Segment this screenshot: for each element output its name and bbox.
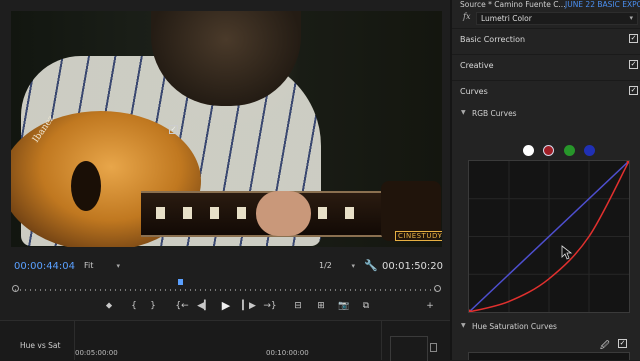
timeline-ruler-label: 00:05:00:00 bbox=[75, 349, 118, 357]
creative-checkbox[interactable]: ✓ bbox=[629, 60, 638, 69]
rgb-curves-checkbox[interactable]: ✓ bbox=[169, 125, 178, 134]
channel-blue-button[interactable] bbox=[584, 145, 595, 156]
resolution-dropdown[interactable]: 1/2 ▾ bbox=[319, 260, 355, 272]
panel-tab-bar: Source * Camino Fuente C... JUNE 22 BASI… bbox=[452, 0, 640, 10]
zoom-value: Fit bbox=[84, 261, 94, 270]
zoom-dropdown[interactable]: Fit ▾ bbox=[84, 260, 120, 272]
section-label: Basic Correction bbox=[460, 35, 526, 44]
section-label: Curves bbox=[460, 87, 488, 96]
timeline-ruler-label: 00:10:00:00 bbox=[266, 349, 309, 357]
video-watermark: CINESTUDY bbox=[395, 231, 442, 241]
effect-row: fx Lumetri Color ▾ bbox=[452, 11, 640, 25]
tab-source-clip[interactable]: Source * Camino Fuente C... bbox=[460, 0, 566, 9]
hue-vs-sat-checkbox[interactable]: ✓ bbox=[618, 339, 627, 348]
chevron-down-icon: ▼ bbox=[461, 322, 466, 329]
curve-plot[interactable] bbox=[466, 158, 632, 315]
curves-checkbox[interactable]: ✓ bbox=[629, 86, 638, 95]
wrench-icon[interactable]: 🔧 bbox=[364, 259, 378, 272]
channel-red-button[interactable] bbox=[543, 145, 554, 156]
go-to-in-button[interactable]: {← bbox=[174, 299, 190, 313]
mouse-cursor-icon bbox=[561, 245, 573, 260]
hue-saturation-curves-label: Hue Saturation Curves bbox=[472, 322, 557, 331]
video-hand bbox=[256, 191, 311, 236]
resolution-value: 1/2 bbox=[319, 261, 332, 270]
play-button[interactable]: ▶ bbox=[218, 299, 234, 313]
compare-view-button[interactable]: ⧉ bbox=[358, 299, 374, 313]
add-marker-button[interactable]: ⬥ bbox=[101, 299, 117, 313]
chevron-down-icon: ▾ bbox=[351, 262, 355, 270]
chevron-down-icon: ▾ bbox=[116, 262, 120, 270]
section-label: Creative bbox=[460, 61, 494, 70]
program-monitor: Ibanez CINESTUDY bbox=[0, 0, 450, 320]
effect-name: Lumetri Color bbox=[481, 14, 532, 23]
chevron-down-icon: ▾ bbox=[629, 14, 633, 22]
rgb-curve-graph[interactable] bbox=[466, 158, 632, 315]
channel-green-button[interactable] bbox=[564, 145, 575, 156]
section-basic-correction[interactable]: Basic Correction ✓ bbox=[452, 28, 640, 51]
scrubber-end-handle[interactable] bbox=[434, 285, 441, 292]
mark-out-button[interactable]: } bbox=[145, 299, 161, 313]
scrubber-track[interactable] bbox=[15, 289, 438, 291]
mark-in-button[interactable]: { bbox=[126, 299, 142, 313]
video-preview[interactable]: Ibanez CINESTUDY bbox=[11, 11, 442, 247]
hue-saturation-curves-header[interactable]: ▼ Hue Saturation Curves bbox=[452, 320, 640, 334]
fx-icon[interactable]: fx bbox=[463, 12, 470, 21]
section-curves[interactable]: Curves ✓ bbox=[452, 80, 640, 103]
current-timecode[interactable]: 00:00:44:04 bbox=[14, 261, 75, 272]
insert-button[interactable]: ⊟ bbox=[290, 299, 306, 313]
panel-divider[interactable] bbox=[381, 321, 382, 360]
chevron-down-icon: ▼ bbox=[461, 109, 466, 116]
step-forward-button[interactable]: ▎▶ bbox=[241, 299, 257, 313]
hue-vs-sat-graph[interactable] bbox=[468, 352, 630, 360]
basic-correction-checkbox[interactable]: ✓ bbox=[629, 34, 638, 43]
go-to-out-button[interactable]: →} bbox=[262, 299, 278, 313]
rgb-curves-header[interactable]: ▼ RGB Curves bbox=[452, 106, 640, 122]
scrubber-start-handle[interactable] bbox=[12, 285, 19, 292]
tab-sequence-clip[interactable]: JUNE 22 BASIC EXPOS... bbox=[565, 0, 640, 9]
effect-dropdown[interactable]: Lumetri Color ▾ bbox=[476, 12, 638, 25]
audio-meter-frame bbox=[390, 336, 428, 361]
channel-white-button[interactable] bbox=[523, 145, 534, 156]
playhead[interactable] bbox=[177, 279, 183, 285]
hue-vs-sat-label: Hue vs Sat bbox=[20, 341, 61, 350]
duration-timecode: 00:01:50:20 bbox=[382, 261, 444, 272]
export-frame-button[interactable]: 📷 bbox=[336, 299, 352, 313]
video-guitar-pickup bbox=[71, 161, 101, 211]
add-button[interactable]: + bbox=[422, 299, 438, 313]
meter-toggle-button[interactable] bbox=[430, 343, 437, 352]
overwrite-button[interactable]: ⊞ bbox=[313, 299, 329, 313]
section-creative[interactable]: Creative ✓ bbox=[452, 54, 640, 77]
rgb-curves-label: RGB Curves bbox=[472, 109, 517, 118]
step-back-button[interactable]: ◀▎ bbox=[196, 299, 212, 313]
